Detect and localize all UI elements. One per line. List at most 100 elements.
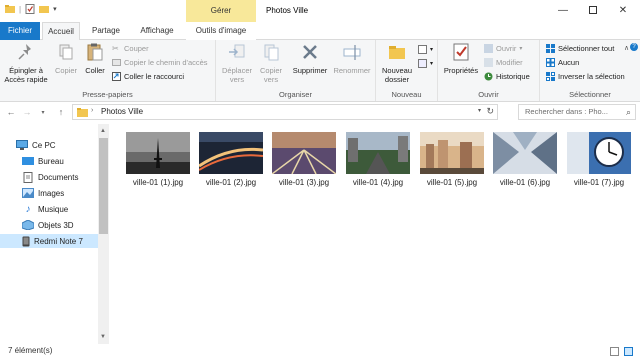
paste-button[interactable]: Coller xyxy=(82,42,108,75)
paste-shortcut-label: Coller le raccourci xyxy=(124,72,185,81)
tab-view[interactable]: Affichage xyxy=(132,22,182,40)
refresh-icon[interactable]: ↻ xyxy=(486,106,494,117)
recent-locations-button[interactable]: ▾ xyxy=(36,105,50,119)
scroll-up-icon[interactable]: ▲ xyxy=(100,128,106,134)
nav-item-redmi-note-7[interactable]: Redmi Note 7 xyxy=(0,234,98,248)
chevron-down-icon[interactable]: ▾ xyxy=(53,5,57,13)
file-name[interactable]: ville-01 (3).jpg xyxy=(264,178,344,187)
invert-selection-button[interactable]: Inverser la sélection xyxy=(546,71,625,82)
ribbon: Épingler à Accès rapide Copier Coller ✂ … xyxy=(0,40,640,102)
move-to-icon xyxy=(229,44,245,58)
nav-label: Documents xyxy=(38,172,79,182)
easy-access-button[interactable]: ▾ xyxy=(418,58,433,69)
breadcrumb-current[interactable]: Photos Ville xyxy=(101,107,143,116)
rename-button[interactable]: Renommer xyxy=(332,42,372,75)
thumbnail-image xyxy=(567,132,631,174)
new-folder-button[interactable]: Nouveau dossier xyxy=(379,42,415,84)
rename-label: Renommer xyxy=(333,66,371,75)
thumbnail-image xyxy=(198,132,264,174)
pin-icon xyxy=(18,44,31,60)
new-item-button[interactable]: ▾ xyxy=(418,44,433,55)
copy-to-button[interactable]: Copier vers xyxy=(256,42,286,84)
organize-group-label: Organiser xyxy=(279,90,312,99)
file-item[interactable] xyxy=(346,132,410,174)
maximize-icon xyxy=(589,6,597,14)
nav-item-3d-objects[interactable]: Objets 3D xyxy=(22,218,74,232)
file-item[interactable] xyxy=(420,132,484,174)
copy-to-label: Copier vers xyxy=(259,66,283,84)
file-name[interactable]: ville-01 (6).jpg xyxy=(485,178,565,187)
select-group-label: Sélectionner xyxy=(569,90,611,99)
new-item-icon xyxy=(418,45,427,54)
scroll-down-icon[interactable]: ▼ xyxy=(100,334,106,340)
music-folder-icon: ♪ xyxy=(25,203,31,215)
select-all-button[interactable]: Sélectionner tout xyxy=(546,43,614,54)
paste-shortcut-button[interactable]: Coller le raccourci xyxy=(112,71,184,82)
tab-share[interactable]: Partage xyxy=(84,22,128,40)
file-name[interactable]: ville-01 (1).jpg xyxy=(118,178,198,187)
history-button[interactable]: Historique xyxy=(484,71,530,82)
pin-quick-access-button[interactable]: Épingler à Accès rapide xyxy=(4,42,48,84)
file-name[interactable]: ville-01 (4).jpg xyxy=(338,178,418,187)
details-view-icon[interactable] xyxy=(610,347,619,356)
3d-objects-folder-icon xyxy=(22,220,34,230)
edit-icon xyxy=(484,58,493,67)
cut-button[interactable]: ✂ Couper xyxy=(112,43,149,54)
file-name[interactable]: ville-01 (5).jpg xyxy=(412,178,492,187)
minimize-button[interactable]: — xyxy=(548,0,578,20)
separator: | xyxy=(19,4,22,14)
close-button[interactable]: ✕ xyxy=(608,0,638,20)
delete-icon xyxy=(303,45,317,59)
nav-item-documents[interactable]: Documents xyxy=(22,170,78,184)
file-item[interactable] xyxy=(493,132,557,174)
file-item[interactable] xyxy=(567,132,631,174)
search-icon: ⌕ xyxy=(625,107,631,117)
search-input[interactable]: Rechercher dans : Pho... ⌕ xyxy=(518,104,636,120)
select-none-button[interactable]: Aucun xyxy=(546,57,579,68)
file-name[interactable]: ville-01 (7).jpg xyxy=(559,178,639,187)
minimize-icon: — xyxy=(558,4,568,16)
nav-item-pictures[interactable]: Images xyxy=(22,186,64,200)
move-to-label: Déplacer vers xyxy=(221,66,252,84)
navigation-scrollbar[interactable]: ▲ ▼ xyxy=(98,124,109,344)
window-title: Photos Ville xyxy=(266,6,309,15)
back-button[interactable]: ← xyxy=(4,105,18,119)
file-item[interactable] xyxy=(126,132,190,174)
forward-button[interactable]: → xyxy=(20,105,34,119)
nav-label: Images xyxy=(38,188,65,198)
properties-icon[interactable] xyxy=(25,4,35,14)
new-group-label: Nouveau xyxy=(391,90,422,99)
history-label: Historique xyxy=(496,72,530,81)
help-icon[interactable]: ? xyxy=(630,43,638,51)
properties-button[interactable]: Propriétés xyxy=(440,42,482,75)
tab-picture-tools[interactable]: Outils d'image xyxy=(186,22,256,40)
copy-path-button[interactable]: Copier le chemin d'accès xyxy=(112,57,208,68)
nav-item-desktop[interactable]: Bureau xyxy=(22,154,64,168)
modify-button[interactable]: Modifier xyxy=(484,57,523,68)
copy-button[interactable]: Copier xyxy=(52,42,80,75)
up-button[interactable]: ↑ xyxy=(54,105,68,119)
file-item[interactable] xyxy=(198,132,264,174)
invert-selection-icon xyxy=(546,72,555,81)
desktop-folder-icon xyxy=(22,157,34,165)
phone-icon xyxy=(22,236,30,246)
nav-item-music[interactable]: ♪ Musique xyxy=(22,202,69,216)
collapse-ribbon-icon[interactable]: ∧ xyxy=(624,44,629,52)
delete-button[interactable]: Supprimer xyxy=(290,42,330,75)
open-button[interactable]: Ouvrir ▾ xyxy=(484,43,522,54)
scrollbar-thumb[interactable] xyxy=(99,138,108,234)
file-name[interactable]: ville-01 (2).jpg xyxy=(191,178,271,187)
address-dropdown-icon[interactable]: ▾ xyxy=(478,107,481,114)
history-icon xyxy=(484,72,493,81)
address-field[interactable]: › Photos Ville ▾ ↻ xyxy=(72,104,498,120)
nav-item-this-pc[interactable]: Ce PC xyxy=(16,138,56,152)
copy-path-icon xyxy=(112,59,121,66)
tab-file[interactable]: Fichier xyxy=(0,22,40,40)
tab-home[interactable]: Accueil xyxy=(42,22,80,41)
maximize-button[interactable] xyxy=(578,0,608,20)
new-folder-icon[interactable] xyxy=(39,4,50,14)
large-icons-view-icon[interactable] xyxy=(624,347,633,356)
select-none-icon xyxy=(546,58,555,67)
move-to-button[interactable]: Déplacer vers xyxy=(220,42,254,84)
file-item[interactable] xyxy=(271,132,337,175)
